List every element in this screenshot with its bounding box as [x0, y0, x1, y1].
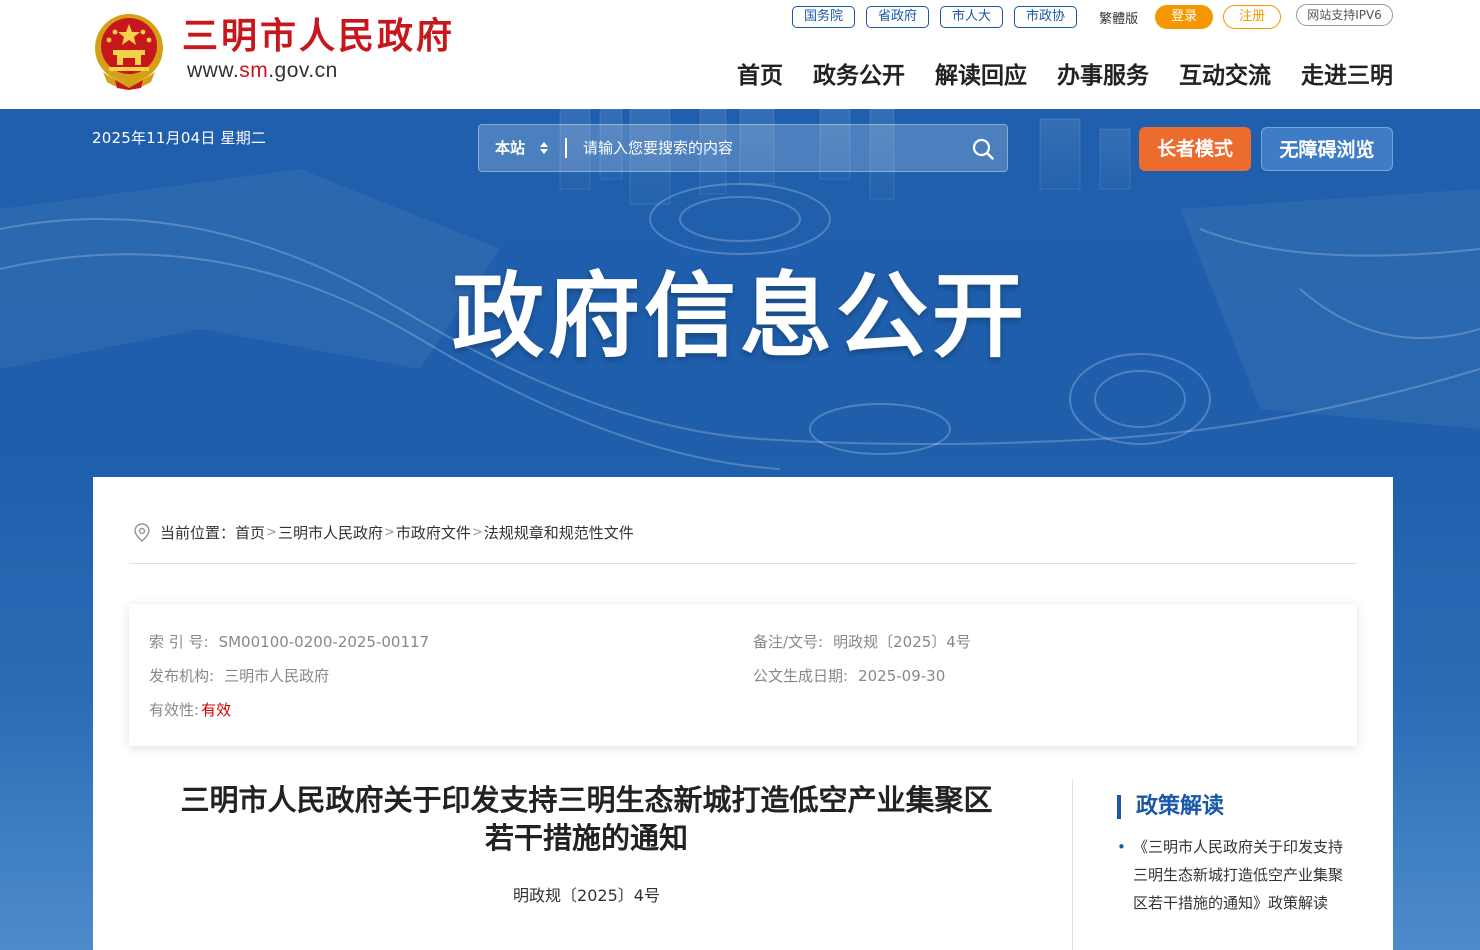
main-nav: 首页 政务公开 解读回应 办事服务 互动交流 走进三明 — [707, 58, 1393, 94]
meta-generated-date: 公文生成日期: 2025-09-30 — [753, 665, 945, 686]
traditional-chinese-link[interactable]: 繁體版 — [1099, 8, 1138, 27]
meta-validity-value: 有效 — [201, 701, 232, 719]
meta-index-label: 索 引 号: — [149, 633, 209, 651]
link-municipal-cppcc[interactable]: 市政协 — [1014, 6, 1078, 28]
document-title-line1: 三明市人民政府关于印发支持三明生态新城打造低空产业集聚区 — [180, 783, 993, 817]
ipv6-badge: 网站支持IPV6 — [1296, 4, 1393, 26]
banner-title: 政府信息公开 — [451, 263, 1028, 370]
site-header: 三明市人民政府 www.sm.gov.cn 国务院 省政府 市人大 市政协 繁體… — [0, 0, 1480, 109]
site-domain: www.sm.gov.cn — [187, 59, 338, 83]
site-name[interactable]: 三明市人民政府 — [182, 12, 455, 60]
nav-interaction[interactable]: 互动交流 — [1179, 58, 1271, 94]
breadcrumb: 当前位置： 首页 > 三明市人民政府 > 市政府文件 > 法规规章和规范性文件 — [133, 522, 634, 543]
breadcrumb-separator: > — [383, 525, 395, 540]
search-box: 本站 — [478, 124, 1008, 172]
bullet-icon: • — [1117, 838, 1126, 856]
nav-home[interactable]: 首页 — [737, 58, 783, 94]
link-provincial-gov[interactable]: 省政府 — [866, 6, 930, 28]
sidebar-policy-link[interactable]: • 《三明市人民政府关于印发支持三明生态新城打造低空产业集聚区若干措施的通知》政… — [1117, 833, 1357, 917]
accessibility-button[interactable]: 无障碍浏览 — [1261, 127, 1393, 171]
search-input[interactable] — [583, 125, 953, 171]
meta-publisher-label: 发布机构: — [149, 667, 215, 685]
breadcrumb-gov-documents[interactable]: 市政府文件 — [396, 522, 471, 543]
nav-interpretation[interactable]: 解读回应 — [935, 58, 1027, 94]
sidebar-policy-link-text[interactable]: 《三明市人民政府关于印发支持三明生态新城打造低空产业集聚区若干措施的通知》政策解… — [1133, 838, 1343, 912]
breadcrumb-separator: > — [266, 525, 277, 540]
document-title-line2: 若干措施的通知 — [484, 821, 688, 855]
domain-prefix: www. — [187, 59, 240, 82]
current-date: 2025年11月04日 星期二 — [92, 129, 267, 147]
nav-gov-affairs[interactable]: 政务公开 — [813, 58, 905, 94]
meta-date-value: 2025-09-30 — [858, 667, 946, 685]
breadcrumb-separator: > — [471, 525, 483, 540]
sort-arrows-icon[interactable] — [539, 140, 549, 156]
elder-mode-button[interactable]: 长者模式 — [1139, 127, 1251, 171]
sidebar-title: 政策解读 — [1136, 794, 1225, 819]
breadcrumb-label: 当前位置： — [160, 524, 236, 542]
meta-doc-number-label: 备注/文号: — [753, 633, 824, 651]
meta-publisher-value: 三明市人民政府 — [224, 667, 330, 685]
link-municipal-congress[interactable]: 市人大 — [940, 6, 1004, 28]
breadcrumb-municipal-gov[interactable]: 三明市人民政府 — [278, 522, 383, 543]
nav-about-sanming[interactable]: 走进三明 — [1301, 58, 1393, 94]
meta-index-number: 索 引 号: SM00100-0200-2025-00117 — [149, 631, 429, 652]
register-button[interactable]: 注册 — [1223, 5, 1282, 29]
breadcrumb-regulations[interactable]: 法规规章和规范性文件 — [484, 522, 634, 543]
meta-date-label: 公文生成日期: — [753, 667, 849, 685]
meta-doc-number: 备注/文号: 明政规〔2025〕4号 — [753, 631, 971, 652]
breadcrumb-home[interactable]: 首页 — [235, 522, 265, 543]
meta-doc-number-value: 明政规〔2025〕4号 — [833, 633, 971, 651]
meta-validity: 有效性: 有效 — [149, 699, 231, 720]
document-metadata-card: 索 引 号: SM00100-0200-2025-00117 备注/文号: 明政规〔… — [129, 604, 1357, 746]
divider — [129, 563, 1357, 564]
login-button[interactable]: 登录 — [1155, 5, 1214, 29]
domain-suffix: .gov.cn — [268, 59, 338, 82]
content-panel: 当前位置： 首页 > 三明市人民政府 > 市政府文件 > 法规规章和规范性文件 … — [93, 477, 1393, 950]
search-scope-select[interactable]: 本站 — [495, 125, 525, 171]
top-links: 国务院 省政府 市人大 市政协 繁體版 登录 注册 — [792, 5, 1282, 29]
national-emblem-icon[interactable] — [93, 12, 165, 90]
search-divider — [565, 138, 567, 158]
meta-validity-label: 有效性: — [149, 701, 200, 719]
domain-highlight: sm — [239, 59, 269, 82]
document-number: 明政规〔2025〕4号 — [513, 886, 660, 905]
column-divider — [1072, 779, 1073, 950]
meta-index-value: SM00100-0200-2025-00117 — [218, 633, 430, 651]
location-pin-icon — [134, 522, 150, 542]
search-icon[interactable] — [971, 137, 995, 161]
meta-publisher: 发布机构: 三明市人民政府 — [149, 665, 329, 686]
nav-services[interactable]: 办事服务 — [1057, 58, 1149, 94]
document-title: 三明市人民政府关于印发支持三明生态新城打造低空产业集聚区 若干措施的通知 — [129, 781, 1044, 857]
link-state-council[interactable]: 国务院 — [792, 6, 856, 28]
